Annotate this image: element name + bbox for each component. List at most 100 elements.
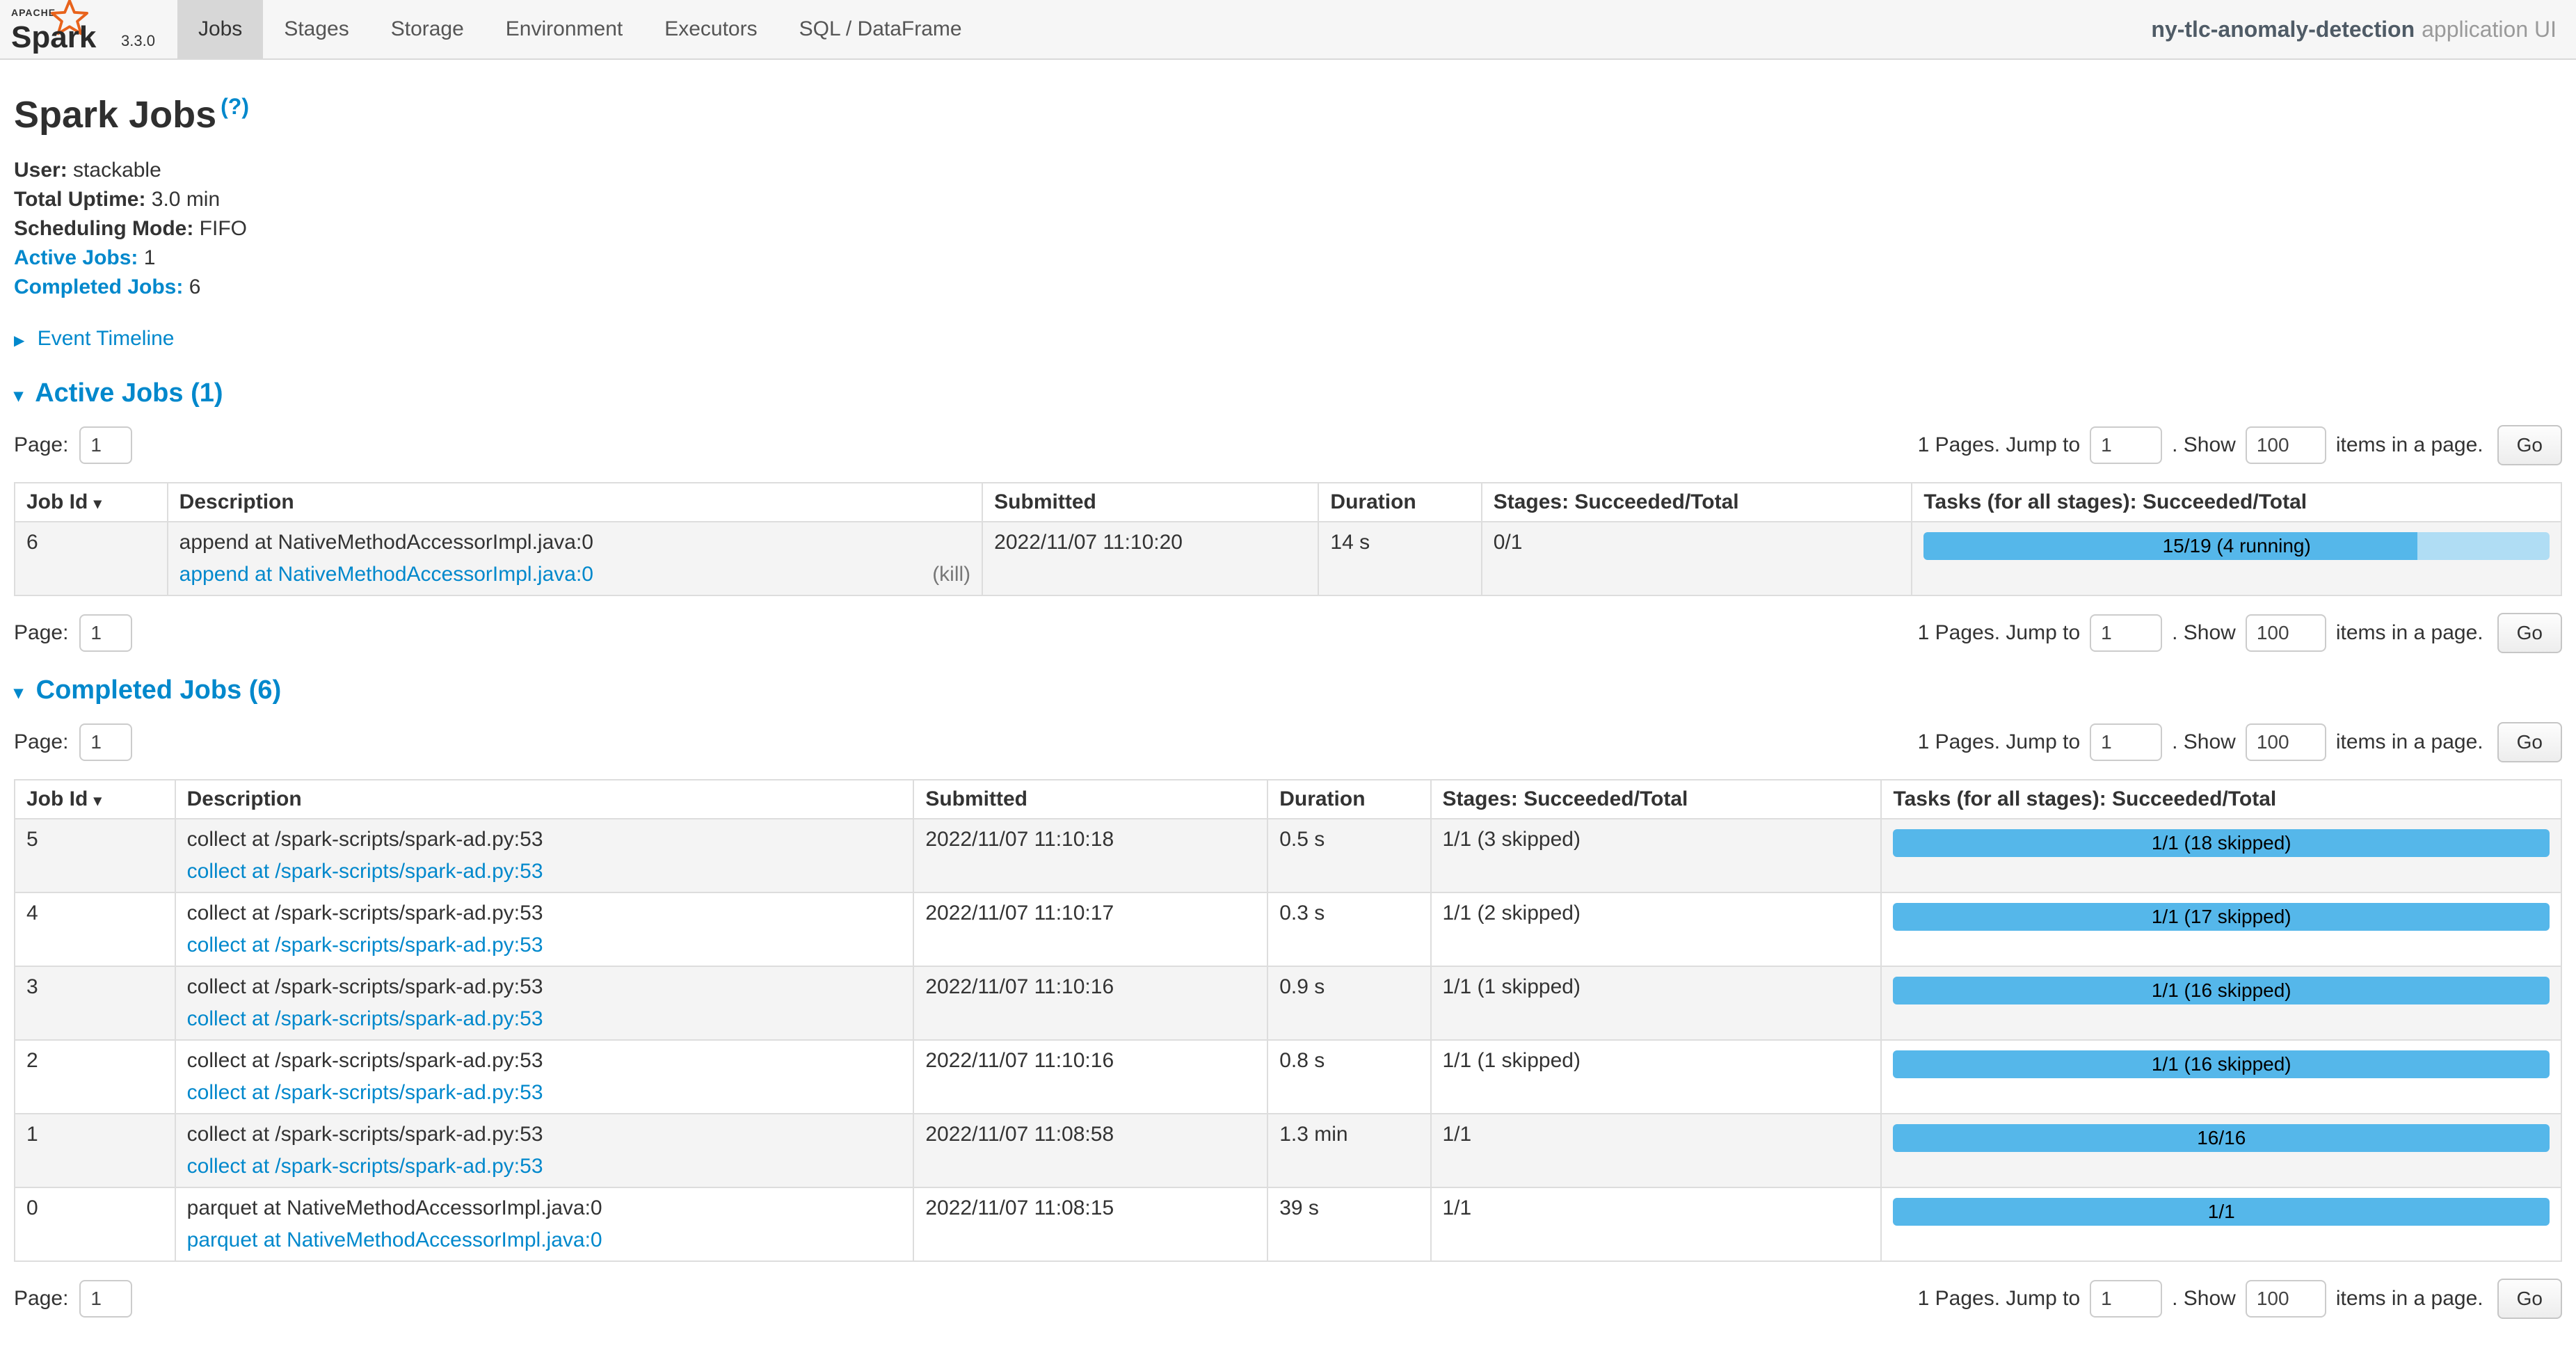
page-input[interactable] [79,723,132,761]
duration-cell: 1.3 min [1267,1114,1430,1187]
tab-stages[interactable]: Stages [263,0,369,58]
jump-input[interactable] [2090,614,2162,652]
go-button[interactable]: Go [2497,613,2562,653]
completed-jobs-link[interactable]: Completed Jobs: [14,275,183,298]
description-link[interactable]: collect at /spark-scripts/spark-ad.py:53 [187,934,543,957]
tab-storage[interactable]: Storage [370,0,485,58]
header-duration[interactable]: Duration [1318,483,1481,522]
header-description[interactable]: Description [175,780,914,819]
header-stages[interactable]: Stages: Succeeded/Total [1482,483,1912,522]
jump-input[interactable] [2090,1280,2162,1318]
duration-cell: 0.5 s [1267,819,1430,892]
completed-jobs-section-header[interactable]: ▾ Completed Jobs (6) [14,675,2562,705]
event-timeline-label: Event Timeline [38,327,175,350]
submitted-cell: 2022/11/07 11:10:16 [913,966,1267,1040]
page-input[interactable] [79,1280,132,1318]
page-input[interactable] [79,614,132,652]
tasks-progress-bar: 15/19 (4 running) [1923,532,2550,560]
table-row: 4 collect at /spark-scripts/spark-ad.py:… [15,892,2561,966]
progress-label: 15/19 (4 running) [1923,532,2550,560]
submitted-cell: 2022/11/07 11:10:20 [982,522,1318,595]
job-id-cell: 4 [15,892,175,966]
page-title: Spark Jobs(?) [14,93,2562,136]
description-cell: append at NativeMethodAccessorImpl.java:… [168,522,983,595]
job-id-cell: 2 [15,1040,175,1114]
tab-executors[interactable]: Executors [643,0,778,58]
header-stages[interactable]: Stages: Succeeded/Total [1431,780,1882,819]
tasks-cell: 1/1 (18 skipped) [1881,819,2561,892]
duration-cell: 39 s [1267,1187,1430,1261]
show-input[interactable] [2246,1280,2326,1318]
header-submitted[interactable]: Submitted [913,780,1267,819]
tab-environment[interactable]: Environment [485,0,643,58]
kill-link[interactable]: (kill) [932,563,970,586]
header-job-id[interactable]: Job Id ▾ [15,483,168,522]
description-cell: collect at /spark-scripts/spark-ad.py:53… [175,1114,914,1187]
table-row: 2 collect at /spark-scripts/spark-ad.py:… [15,1040,2561,1114]
tasks-progress-bar: 1/1 (17 skipped) [1893,903,2550,931]
pagination-active-top: Page: 1 Pages. Jump to . Show items in a… [14,425,2562,465]
header-duration[interactable]: Duration [1267,780,1430,819]
description-text: collect at /spark-scripts/spark-ad.py:53 [187,828,902,851]
header-description[interactable]: Description [168,483,983,522]
job-id-cell: 0 [15,1187,175,1261]
tab-jobs[interactable]: Jobs [177,0,263,58]
header-job-id[interactable]: Job Id ▾ [15,780,175,819]
summary-uptime: Total Uptime: 3.0 min [14,185,2562,214]
sort-desc-icon: ▾ [94,495,102,512]
go-button[interactable]: Go [2497,425,2562,465]
application-id: ny-tlc-anomaly-detection application UI [2151,0,2576,58]
job-id-cell: 3 [15,966,175,1040]
description-link[interactable]: collect at /spark-scripts/spark-ad.py:53 [187,860,543,883]
duration-cell: 0.8 s [1267,1040,1430,1114]
description-link[interactable]: collect at /spark-scripts/spark-ad.py:53 [187,1155,543,1178]
header-tasks[interactable]: Tasks (for all stages): Succeeded/Total [1912,483,2561,522]
help-link[interactable]: (?) [221,94,249,119]
pagination-completed-bottom: Page: 1 Pages. Jump to . Show items in a… [14,1279,2562,1319]
table-header-row: Job Id ▾ Description Submitted Duration … [15,483,2561,522]
description-cell: parquet at NativeMethodAccessorImpl.java… [175,1187,914,1261]
stages-cell: 1/1 [1431,1114,1882,1187]
tasks-progress-bar: 1/1 [1893,1198,2550,1226]
progress-label: 1/1 [1893,1198,2550,1226]
description-cell: collect at /spark-scripts/spark-ad.py:53… [175,966,914,1040]
progress-label: 1/1 (16 skipped) [1893,977,2550,1004]
description-link[interactable]: collect at /spark-scripts/spark-ad.py:53 [187,1007,543,1031]
page-input[interactable] [79,426,132,464]
description-link[interactable]: append at NativeMethodAccessorImpl.java:… [179,563,593,586]
table-row: 3 collect at /spark-scripts/spark-ad.py:… [15,966,2561,1040]
stages-cell: 1/1 (2 skipped) [1431,892,1882,966]
tab-sql-dataframe[interactable]: SQL / DataFrame [778,0,983,58]
top-navbar: APACHE Spark 3.3.0 Jobs Stages Storage E… [0,0,2576,60]
pager-controls: 1 Pages. Jump to . Show items in a page.… [1918,425,2562,465]
description-link[interactable]: collect at /spark-scripts/spark-ad.py:53 [187,1081,543,1105]
active-jobs-link[interactable]: Active Jobs: [14,246,138,269]
active-jobs-count: 1 [144,246,156,269]
description-text: collect at /spark-scripts/spark-ad.py:53 [187,975,902,999]
go-button[interactable]: Go [2497,1279,2562,1319]
stages-cell: 1/1 (1 skipped) [1431,966,1882,1040]
show-input[interactable] [2246,723,2326,761]
jump-input[interactable] [2090,426,2162,464]
header-tasks[interactable]: Tasks (for all stages): Succeeded/Total [1881,780,2561,819]
job-id-cell: 6 [15,522,168,595]
table-row: 6 append at NativeMethodAccessorImpl.jav… [15,522,2561,595]
pagination-active-bottom: Page: 1 Pages. Jump to . Show items in a… [14,613,2562,653]
go-button[interactable]: Go [2497,722,2562,762]
show-text: . Show [2172,730,2236,754]
job-id-cell: 1 [15,1114,175,1187]
progress-label: 1/1 (18 skipped) [1893,829,2550,857]
application-name: ny-tlc-anomaly-detection [2151,17,2415,42]
items-text: items in a page. [2336,433,2483,457]
description-text: collect at /spark-scripts/spark-ad.py:53 [187,1123,902,1146]
header-submitted[interactable]: Submitted [982,483,1318,522]
active-jobs-section-header[interactable]: ▾ Active Jobs (1) [14,378,2562,408]
description-link[interactable]: parquet at NativeMethodAccessorImpl.java… [187,1228,602,1252]
jump-input[interactable] [2090,723,2162,761]
job-id-cell: 5 [15,819,175,892]
tasks-progress-bar: 16/16 [1893,1124,2550,1152]
show-input[interactable] [2246,614,2326,652]
show-input[interactable] [2246,426,2326,464]
event-timeline-toggle[interactable]: ▶ Event Timeline [14,327,2562,351]
pager-controls: 1 Pages. Jump to . Show items in a page.… [1918,722,2562,762]
